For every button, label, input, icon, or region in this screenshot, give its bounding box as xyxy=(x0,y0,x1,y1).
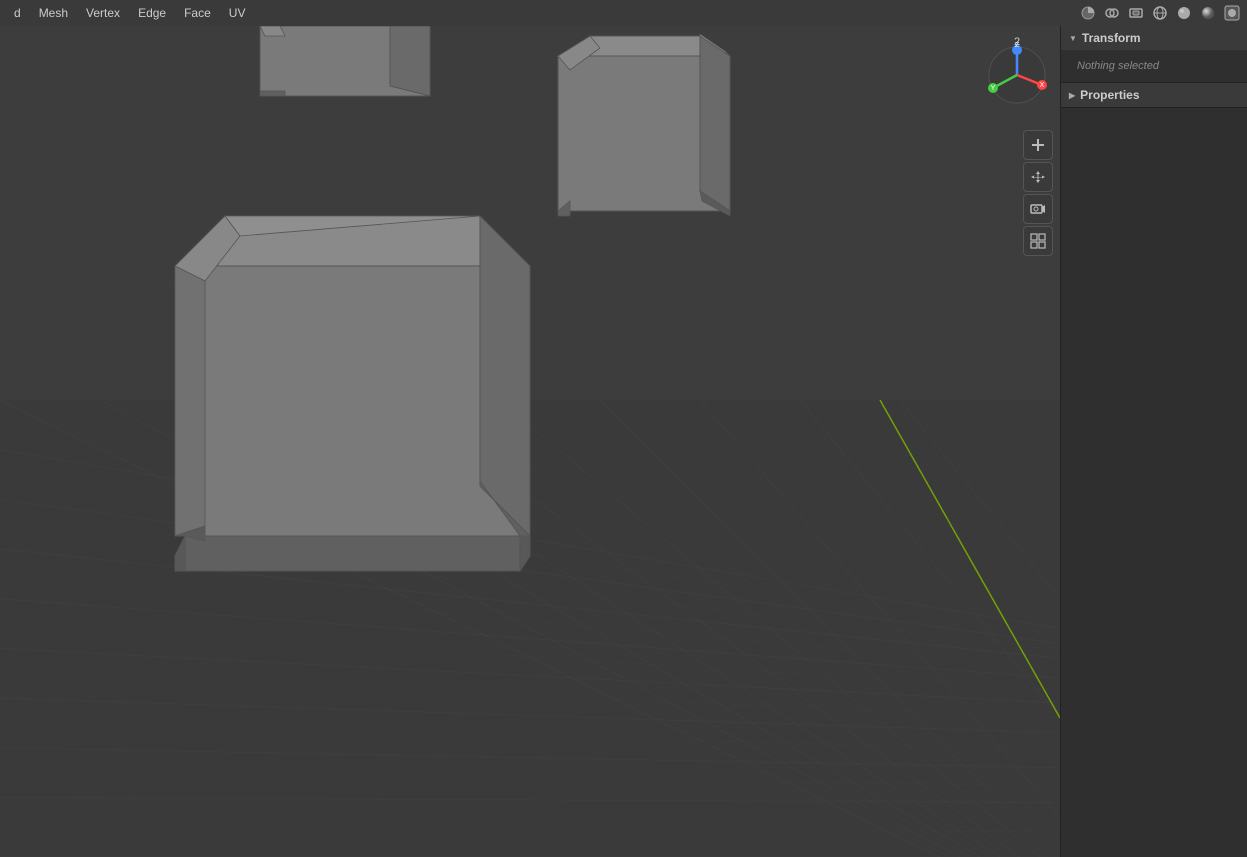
wireframe-icon[interactable] xyxy=(1149,2,1171,24)
material-preview-icon[interactable] xyxy=(1197,2,1219,24)
xray-icon[interactable] xyxy=(1125,2,1147,24)
solid-icon[interactable] xyxy=(1173,2,1195,24)
viewport-gizmo[interactable]: 2 Z X Y xyxy=(977,30,1057,110)
menu-bar: d Mesh Vertex Edge Face UV xyxy=(0,0,1060,26)
menu-item-select[interactable]: d xyxy=(6,4,29,22)
menu-item-uv[interactable]: UV xyxy=(221,4,254,22)
rendered-icon[interactable] xyxy=(1221,2,1243,24)
properties-section: ▶ Properties xyxy=(1061,83,1247,108)
transform-label: Transform xyxy=(1082,31,1141,45)
top-right-toolbar xyxy=(1060,0,1247,26)
grab-tool-icon[interactable] xyxy=(1023,162,1053,192)
transform-header[interactable]: ▼ Transform xyxy=(1061,26,1247,50)
menu-item-edge[interactable]: Edge xyxy=(130,4,174,22)
transform-arrow-icon: ▼ xyxy=(1069,34,1077,43)
properties-header[interactable]: ▶ Properties xyxy=(1061,83,1247,107)
properties-arrow-icon: ▶ xyxy=(1069,91,1075,100)
properties-panel: ▼ Transform Nothing selected ▶ Propertie… xyxy=(1060,26,1247,857)
svg-text:Z: Z xyxy=(1015,42,1020,49)
viewport-3d[interactable] xyxy=(0,26,1060,857)
grid-tool-icon[interactable] xyxy=(1023,226,1053,256)
overlays-icon[interactable] xyxy=(1101,2,1123,24)
viewport-shading-icon[interactable] xyxy=(1077,2,1099,24)
menu-item-mesh[interactable]: Mesh xyxy=(31,4,76,22)
svg-text:Y: Y xyxy=(991,85,996,92)
menu-item-vertex[interactable]: Vertex xyxy=(78,4,128,22)
menu-item-face[interactable]: Face xyxy=(176,4,219,22)
side-toolbar xyxy=(1023,130,1057,256)
grid-floor xyxy=(0,400,1060,857)
transform-content: Nothing selected xyxy=(1061,50,1247,82)
svg-text:X: X xyxy=(1040,82,1045,89)
add-tool-icon[interactable] xyxy=(1023,130,1053,160)
nothing-selected-text: Nothing selected xyxy=(1069,56,1239,76)
camera-tool-icon[interactable] xyxy=(1023,194,1053,224)
transform-section: ▼ Transform Nothing selected xyxy=(1061,26,1247,83)
properties-label: Properties xyxy=(1080,88,1139,102)
